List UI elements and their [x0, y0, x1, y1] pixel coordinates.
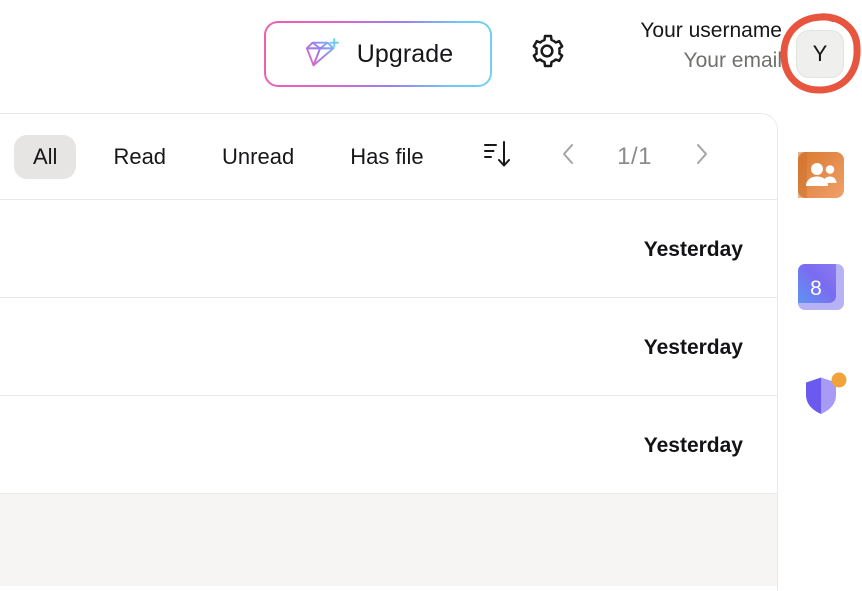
- user-name: Your username: [640, 19, 782, 42]
- pagination: 1/1: [547, 136, 723, 178]
- list-item[interactable]: Yesterday: [0, 200, 777, 298]
- list-item-time: Yesterday: [643, 434, 743, 457]
- pagination-count: 1/1: [617, 142, 652, 170]
- badge-dot: [831, 372, 847, 388]
- avatar[interactable]: Y: [796, 30, 844, 78]
- mail-list-panel: All Read Unread Has file 1/1 Yesterday Y…: [0, 113, 778, 591]
- chevron-right-icon: [691, 140, 713, 173]
- list-item-time: Yesterday: [643, 238, 743, 261]
- list-item[interactable]: Yesterday: [0, 396, 777, 494]
- top-header-bar: Upgrade Your username Your email Y: [0, 0, 862, 108]
- list-item[interactable]: Yesterday: [0, 298, 777, 396]
- avatar-area: Y: [780, 12, 862, 96]
- svg-text:8: 8: [810, 277, 822, 300]
- list-item-time: Yesterday: [643, 336, 743, 359]
- sort-button[interactable]: [477, 137, 517, 177]
- gear-icon: [527, 31, 567, 76]
- filter-tab-has-file[interactable]: Has file: [331, 135, 442, 179]
- list-footer-area: [0, 494, 777, 586]
- onenote-app-icon[interactable]: 8: [798, 264, 844, 310]
- sort-descending-icon: [482, 138, 512, 175]
- filter-tab-unread[interactable]: Unread: [203, 135, 313, 179]
- upgrade-button[interactable]: Upgrade: [264, 21, 492, 87]
- pagination-next-button[interactable]: [681, 136, 723, 178]
- diamond-plus-icon: [303, 37, 341, 71]
- upgrade-button-label: Upgrade: [356, 39, 454, 68]
- chevron-left-icon: [557, 140, 579, 173]
- app-rail: 8: [778, 113, 862, 588]
- defender-shield-app-icon[interactable]: [798, 371, 847, 417]
- user-identity[interactable]: Your username Your email: [562, 20, 782, 71]
- list-toolbar: All Read Unread Has file 1/1: [0, 114, 777, 200]
- contacts-app-icon[interactable]: [798, 152, 844, 198]
- user-email: Your email: [683, 49, 782, 72]
- filter-tab-read[interactable]: Read: [94, 135, 185, 179]
- pagination-prev-button[interactable]: [547, 136, 589, 178]
- filter-tab-all[interactable]: All: [14, 134, 77, 179]
